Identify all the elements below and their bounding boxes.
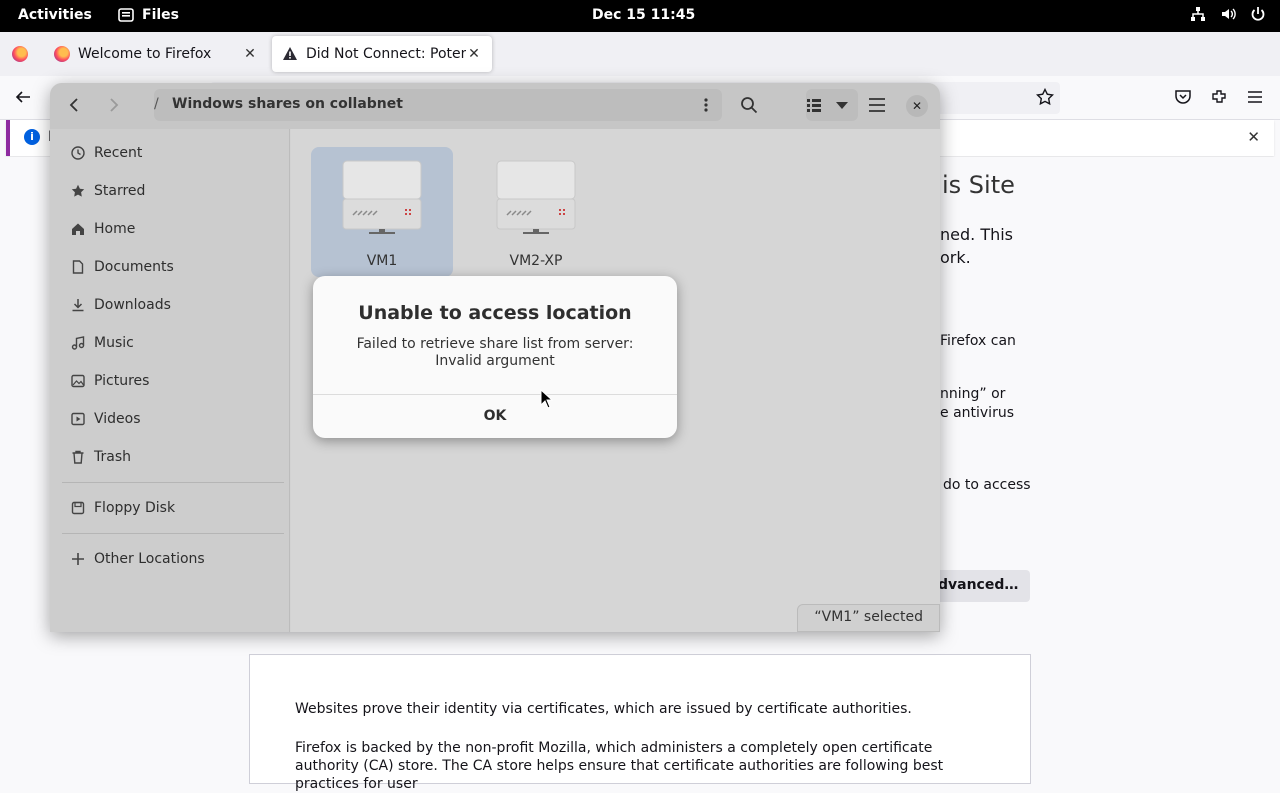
error-dialog: Unable to access location Failed to retr… xyxy=(313,276,677,438)
firefox-tab-strip: Welcome to Firefox ✕ Did Not Connect: Po… xyxy=(0,32,1280,100)
dialog-message: Failed to retrieve share list from serve… xyxy=(356,336,634,369)
view-toggle[interactable] xyxy=(806,89,858,121)
sidebar-item-label: Home xyxy=(94,221,136,237)
share-vm1[interactable]: VM1 xyxy=(311,147,453,277)
files-header-bar: / Windows shares on collabnet ✕ xyxy=(50,83,940,129)
more-options-icon[interactable] xyxy=(698,97,714,113)
cert-paragraph: Firefox is backed by the non-profit Mozi… xyxy=(295,740,944,792)
activities-button[interactable]: Activities xyxy=(18,7,92,23)
path-root[interactable]: / xyxy=(154,96,159,112)
document-icon xyxy=(72,260,84,274)
files-app-icon xyxy=(118,8,134,22)
sidebar-item-floppy[interactable]: Floppy Disk xyxy=(70,496,175,520)
firefox-view-icon[interactable] xyxy=(12,46,28,62)
chevron-down-icon[interactable] xyxy=(836,102,848,110)
share-label: VM1 xyxy=(366,253,398,269)
network-drive-icon xyxy=(342,160,422,234)
ok-button[interactable]: OK xyxy=(313,395,677,438)
notification-close-icon[interactable]: ✕ xyxy=(1247,128,1260,146)
sidebar-item-label: Recent xyxy=(94,145,143,161)
sidebar-separator xyxy=(62,533,284,534)
sidebar-item-starred[interactable]: Starred xyxy=(70,179,145,203)
gnome-top-bar: Activities Files Dec 15 11:45 xyxy=(0,0,1280,32)
sidebar-item-label: Documents xyxy=(94,259,174,275)
sidebar-item-label: Pictures xyxy=(94,373,150,389)
sidebar-item-trash[interactable]: Trash xyxy=(70,445,131,469)
back-arrow-icon[interactable] xyxy=(14,88,32,106)
app-name: Files xyxy=(142,7,179,23)
tab-title: Did Not Connect: Potential Security Issu… xyxy=(306,46,466,62)
clock-icon xyxy=(71,146,85,160)
tab-welcome[interactable]: Welcome to Firefox ✕ xyxy=(44,36,268,72)
page-title-fragment: is Site xyxy=(942,171,1015,199)
hamburger-menu-icon[interactable] xyxy=(1246,88,1264,106)
tab-did-not-connect[interactable]: Did Not Connect: Potential Security Issu… xyxy=(272,36,492,72)
sidebar-item-downloads[interactable]: Downloads xyxy=(70,293,171,317)
back-icon[interactable] xyxy=(66,96,84,114)
page-text-fragment: ned. This xyxy=(940,225,1014,244)
sidebar-item-music[interactable]: Music xyxy=(70,331,134,355)
tab-close-icon[interactable]: ✕ xyxy=(242,46,258,62)
sidebar-item-pictures[interactable]: Pictures xyxy=(70,369,149,393)
picture-icon xyxy=(71,374,85,388)
sidebar-item-label: Floppy Disk xyxy=(94,500,176,516)
sidebar-item-label: Starred xyxy=(94,183,146,199)
pocket-icon[interactable] xyxy=(1174,88,1192,106)
clock[interactable]: Dec 15 11:45 xyxy=(592,7,695,23)
files-sidebar: Recent Starred Home Documents Downloads … xyxy=(50,129,290,632)
page-text-fragment: nning” or xyxy=(940,386,1006,402)
cert-paragraph: Websites prove their identity via certif… xyxy=(295,701,912,717)
home-icon xyxy=(72,223,84,235)
power-icon xyxy=(1251,7,1265,21)
volume-icon xyxy=(1222,8,1236,20)
trash-icon xyxy=(72,450,84,464)
star-icon xyxy=(71,184,85,197)
sidebar-item-label: Trash xyxy=(94,449,131,465)
page-text-fragment: ork. xyxy=(940,248,971,267)
network-icon xyxy=(1191,7,1205,21)
bookmark-star-icon[interactable] xyxy=(1036,88,1054,106)
list-view-icon[interactable] xyxy=(806,97,822,113)
page-text-fragment: e antivirus xyxy=(940,405,1014,421)
mouse-pointer-icon xyxy=(540,389,554,409)
app-menu[interactable]: Files xyxy=(118,7,179,23)
tab-close-icon[interactable]: ✕ xyxy=(466,46,482,62)
current-location[interactable]: Windows shares on collabnet xyxy=(172,96,403,112)
sidebar-item-label: Other Locations xyxy=(94,551,205,567)
sidebar-item-other-locations[interactable]: Other Locations xyxy=(70,547,205,571)
search-icon[interactable] xyxy=(740,96,758,114)
page-text-fragment: Firefox can xyxy=(940,333,1016,349)
system-tray[interactable] xyxy=(1190,6,1266,22)
sidebar-item-recent[interactable]: Recent xyxy=(70,141,142,165)
files-close-icon[interactable]: ✕ xyxy=(906,95,928,117)
sidebar-item-documents[interactable]: Documents xyxy=(70,255,174,279)
main-menu-icon[interactable] xyxy=(868,97,886,113)
share-vm2-xp[interactable]: VM2-XP xyxy=(465,147,607,277)
sidebar-item-label: Videos xyxy=(94,411,141,427)
sidebar-item-videos[interactable]: Videos xyxy=(70,407,141,431)
warning-icon xyxy=(283,47,297,60)
forward-icon[interactable] xyxy=(104,96,122,114)
sidebar-item-label: Downloads xyxy=(94,297,171,313)
network-drive-icon xyxy=(496,160,576,234)
tab-title: Welcome to Firefox xyxy=(78,46,212,62)
page-text-fragment: do to access xyxy=(943,477,1031,493)
path-bar[interactable]: / Windows shares on collabnet xyxy=(154,89,722,121)
extensions-icon[interactable] xyxy=(1210,88,1228,106)
share-label: VM2-XP xyxy=(509,253,563,269)
download-icon xyxy=(72,299,84,312)
music-icon xyxy=(71,336,85,350)
selection-status: “VM1” selected xyxy=(797,604,940,632)
sidebar-item-home[interactable]: Home xyxy=(70,217,135,241)
plus-icon xyxy=(72,553,84,565)
dialog-title: Unable to access location xyxy=(358,302,632,324)
sidebar-separator xyxy=(62,482,284,483)
firefox-favicon-icon xyxy=(54,46,70,62)
info-icon: i xyxy=(24,129,40,145)
video-icon xyxy=(71,412,85,426)
drive-icon xyxy=(71,501,85,515)
sidebar-item-label: Music xyxy=(94,335,134,351)
